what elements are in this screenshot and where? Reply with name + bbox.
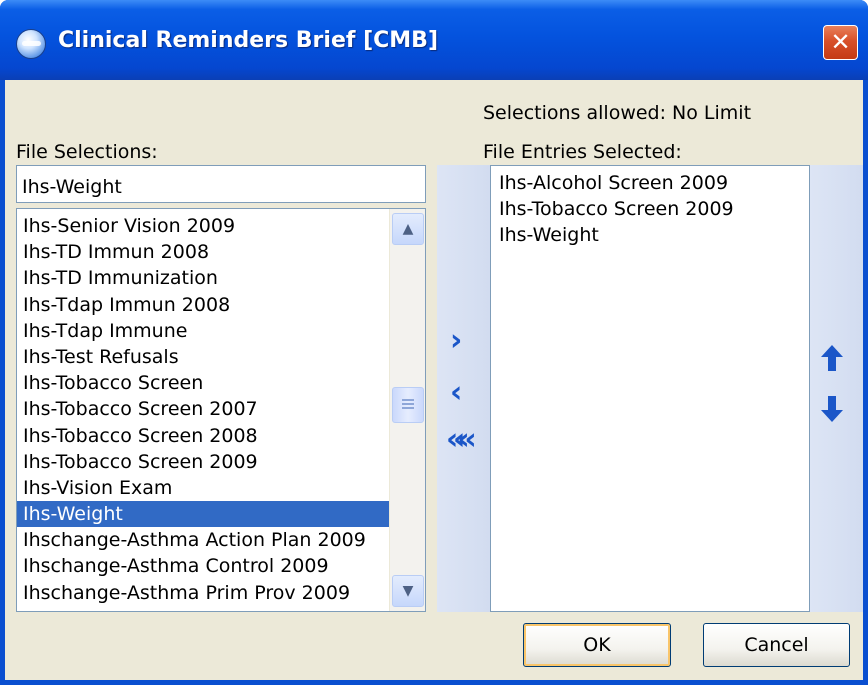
selected-entry-item[interactable]: Ihs-Weight <box>491 222 809 248</box>
transfer-panel <box>437 165 490 612</box>
selected-entry-item[interactable]: Ihs-Alcohol Screen 2009 <box>491 170 809 196</box>
file-selections-label: File Selections: <box>16 141 158 163</box>
reorder-panel <box>810 165 863 612</box>
ok-button[interactable]: OK <box>523 623 671 667</box>
selected-entry-item[interactable]: Ihs-Tobacco Screen 2009 <box>491 196 809 222</box>
scroll-up-button[interactable]: ▲ <box>392 213 424 245</box>
add-selection-button[interactable]: › <box>450 326 462 356</box>
list-item[interactable]: Ihs-Tobacco Screen 2008 <box>17 423 390 449</box>
list-item[interactable]: Ihs-TD Immunization <box>17 265 390 291</box>
cancel-button[interactable]: Cancel <box>703 623 850 667</box>
list-item[interactable]: Ihs-Tdap Immun 2008 <box>17 292 390 318</box>
list-item[interactable]: Ihs-Tobacco Screen 2007 <box>17 396 390 422</box>
list-item-selected[interactable]: Ihs-Weight <box>17 501 390 528</box>
vertical-scrollbar[interactable]: ▲ ▼ <box>389 209 425 611</box>
list-item[interactable]: Ihs-Tobacco Screen 2009 <box>17 449 390 475</box>
list-item[interactable]: Ihs-Senior Vision 2009 <box>17 213 390 239</box>
scroll-thumb[interactable] <box>392 387 424 423</box>
remove-all-button[interactable]: «« <box>446 425 477 455</box>
dialog-window: Clinical Reminders Brief [CMB] ✕ Selecti… <box>0 0 868 685</box>
app-icon <box>16 29 46 59</box>
list-item[interactable]: Ihs-Test Refusals <box>17 344 390 370</box>
list-item[interactable]: Ihschange-Asthma Action Plan 2009 <box>17 527 390 553</box>
list-item[interactable]: Ihs-Tdap Immune <box>17 318 390 344</box>
list-item[interactable]: Ihschange-Asthma Control 2009 <box>17 553 390 579</box>
title-bar[interactable]: Clinical Reminders Brief [CMB] ✕ <box>0 0 868 80</box>
window-border-left <box>0 80 5 685</box>
list-item[interactable]: Ihschange-Asthma Prim Prov 2009 <box>17 580 390 606</box>
close-button[interactable]: ✕ <box>823 25 858 60</box>
window-border-right <box>863 80 868 685</box>
file-entries-selected-list[interactable]: Ihs-Alcohol Screen 2009 Ihs-Tobacco Scree… <box>490 165 810 612</box>
up-arrow-icon[interactable] <box>820 344 844 372</box>
file-search-input[interactable] <box>16 165 426 203</box>
list-item[interactable]: Ihs-Tobacco Screen <box>17 370 390 396</box>
window-border-bottom <box>0 680 868 685</box>
scroll-down-button[interactable]: ▼ <box>392 575 424 607</box>
list-item[interactable]: Ihs-TD Immun 2008 <box>17 239 390 265</box>
list-item[interactable]: Ihschange-Asthma Risk Exacerbati <box>17 606 390 611</box>
file-selections-list[interactable]: Ihs-Senior Vision 2009 Ihs-TD Immun 2008 I… <box>16 208 426 612</box>
selections-allowed-label: Selections allowed: No Limit <box>483 102 752 124</box>
remove-selection-button[interactable]: ‹ <box>450 378 462 408</box>
list-item[interactable]: Ihs-Vision Exam <box>17 475 390 501</box>
down-arrow-icon[interactable] <box>820 395 844 423</box>
file-entries-selected-label: File Entries Selected: <box>483 141 682 163</box>
window-title: Clinical Reminders Brief [CMB] <box>58 28 439 53</box>
